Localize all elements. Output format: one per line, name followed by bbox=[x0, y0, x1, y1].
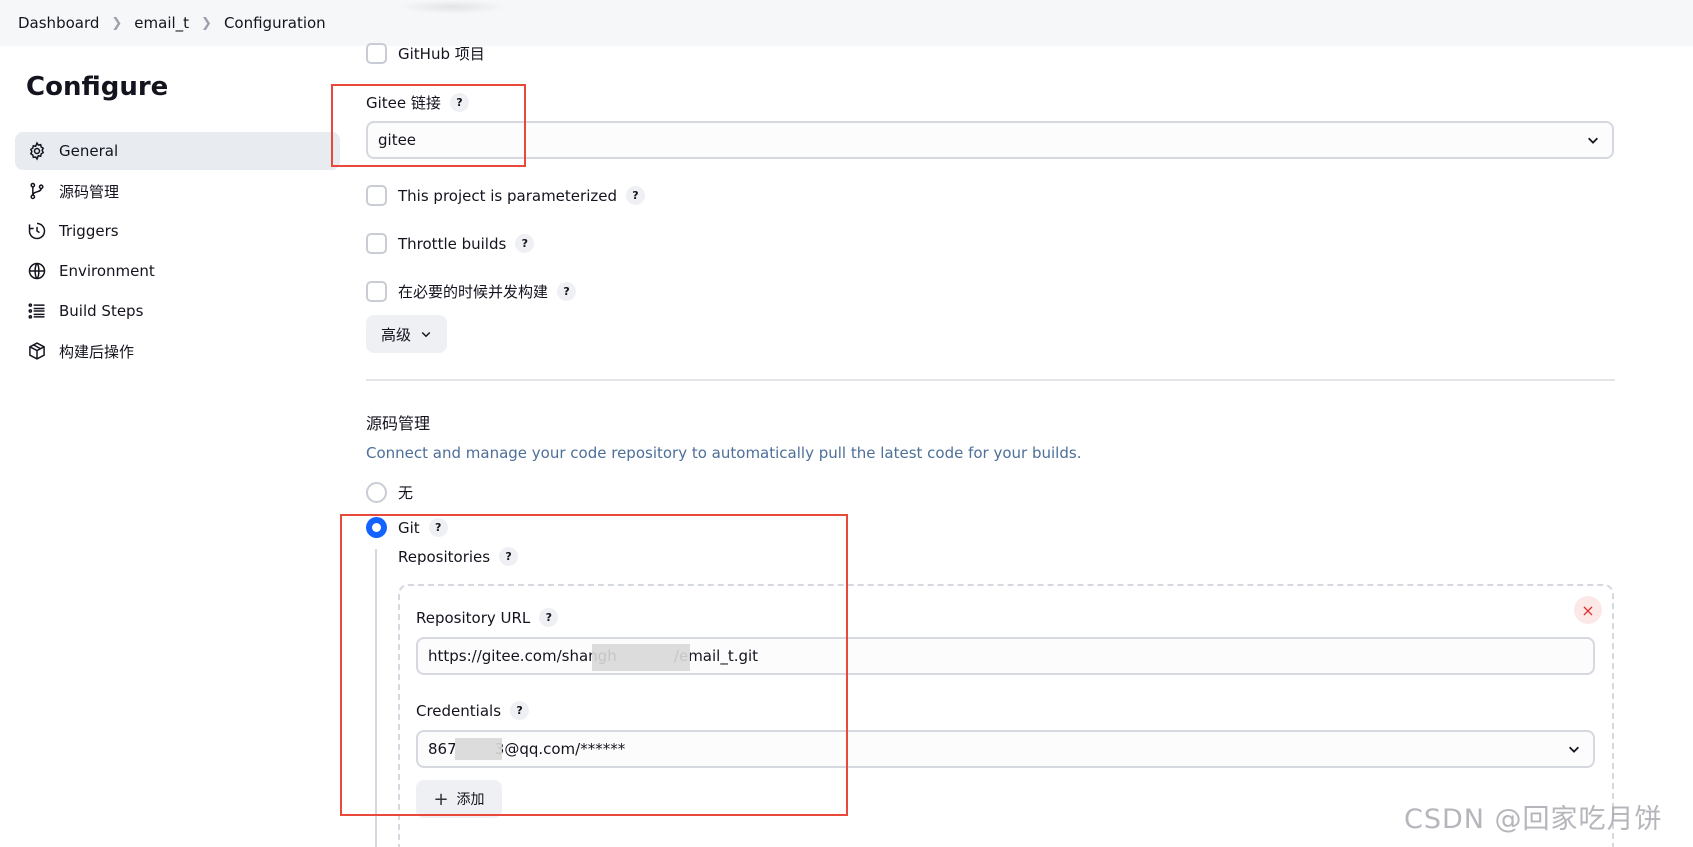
scm-none-radio[interactable] bbox=[366, 482, 387, 503]
breadcrumb-configuration[interactable]: Configuration bbox=[224, 14, 326, 32]
chevron-right-icon: ❯ bbox=[111, 15, 123, 31]
parameterized-checkbox[interactable] bbox=[366, 185, 387, 206]
branch-icon bbox=[27, 181, 47, 201]
parameterized-option[interactable]: This project is parameterized ? bbox=[366, 185, 645, 206]
delete-repository-button[interactable]: × bbox=[1574, 596, 1602, 624]
github-project-label: GitHub 项目 bbox=[398, 45, 485, 63]
advanced-label: 高级 bbox=[380, 325, 411, 344]
breadcrumb-job[interactable]: email_t bbox=[134, 14, 189, 32]
watermark: CSDN @回家吃月饼 bbox=[1404, 804, 1663, 835]
concurrent-builds-checkbox[interactable] bbox=[366, 281, 387, 302]
sidebar-item-label: 源码管理 bbox=[59, 182, 120, 201]
help-icon[interactable]: ? bbox=[625, 186, 645, 205]
chevron-down-icon bbox=[421, 331, 431, 338]
sidebar-item-label: 构建后操作 bbox=[59, 342, 135, 361]
sidebar-item-label: Environment bbox=[59, 262, 155, 280]
concurrent-builds-label: 在必要的时候并发构建 bbox=[398, 283, 549, 301]
sidebar-item-triggers[interactable]: Triggers bbox=[15, 212, 340, 250]
section-divider bbox=[366, 379, 1615, 381]
help-icon[interactable]: ? bbox=[557, 282, 577, 301]
github-project-option[interactable]: GitHub 项目 bbox=[366, 43, 485, 64]
gear-icon bbox=[27, 141, 47, 161]
chevron-right-icon: ❯ bbox=[201, 15, 212, 31]
sidebar-item-scm[interactable]: 源码管理 bbox=[15, 172, 340, 210]
box-icon bbox=[27, 341, 47, 361]
scm-none-label: 无 bbox=[398, 484, 414, 502]
scm-option-none[interactable]: 无 bbox=[366, 482, 413, 503]
breadcrumb-dashboard[interactable]: Dashboard bbox=[18, 14, 99, 32]
sidebar-item-general[interactable]: General bbox=[15, 132, 340, 170]
scroll-shadow bbox=[398, 0, 508, 14]
gitee-link-select[interactable]: gitee bbox=[366, 121, 1614, 159]
help-icon[interactable]: ? bbox=[515, 234, 535, 253]
sidebar-item-label: General bbox=[59, 142, 119, 160]
github-project-checkbox[interactable] bbox=[366, 43, 387, 64]
chevron-down-icon bbox=[1588, 137, 1598, 144]
parameterized-label: This project is parameterized bbox=[398, 186, 617, 205]
sidebar-item-label: Triggers bbox=[59, 222, 119, 240]
sidebar: General 源码管理 Triggers Environment Build … bbox=[15, 132, 340, 372]
list-icon bbox=[27, 301, 47, 321]
annotation-box-git bbox=[340, 514, 848, 816]
sidebar-item-build-steps[interactable]: Build Steps bbox=[15, 292, 340, 330]
scm-section-title: 源码管理 bbox=[366, 414, 431, 433]
throttle-builds-label: Throttle builds bbox=[398, 234, 507, 253]
throttle-builds-option[interactable]: Throttle builds ? bbox=[366, 233, 535, 254]
clock-icon bbox=[27, 221, 47, 241]
advanced-button[interactable]: 高级 bbox=[366, 315, 447, 353]
breadcrumb: Dashboard ❯ email_t ❯ Configuration bbox=[0, 0, 1693, 46]
close-icon: × bbox=[1581, 600, 1595, 620]
concurrent-builds-option[interactable]: 在必要的时候并发构建 ? bbox=[366, 281, 577, 302]
annotation-box-gitee bbox=[331, 84, 526, 167]
sidebar-item-label: Build Steps bbox=[59, 302, 144, 320]
scm-section-description: Connect and manage your code repository … bbox=[366, 444, 1082, 462]
chevron-down-icon bbox=[1569, 746, 1579, 753]
throttle-builds-checkbox[interactable] bbox=[366, 233, 387, 254]
globe-icon bbox=[27, 261, 47, 281]
sidebar-item-environment[interactable]: Environment bbox=[15, 252, 340, 290]
sidebar-item-post-build[interactable]: 构建后操作 bbox=[15, 332, 340, 370]
page-title: Configure bbox=[26, 72, 169, 102]
